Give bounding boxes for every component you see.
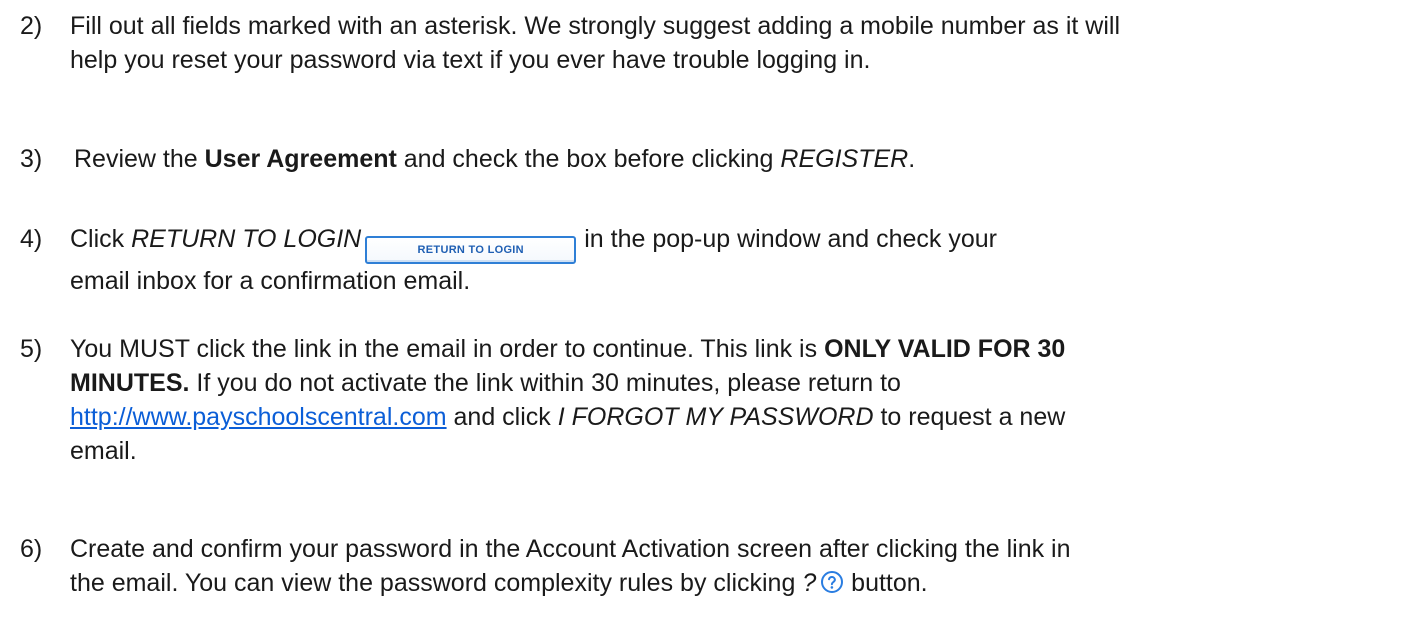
- step-line: email inbox for a confirmation email.: [70, 267, 471, 295]
- return-to-login-button[interactable]: RETURN TO LOGIN: [365, 236, 577, 264]
- forgot-password-text: I FORGOT MY PASSWORD: [557, 403, 874, 431]
- step-line: Create and confirm your password in the …: [70, 535, 1071, 563]
- step-line: Fill out all fields marked with an aster…: [70, 12, 1120, 40]
- step-number: 4): [20, 225, 43, 253]
- step-number: 3): [20, 145, 43, 173]
- step-number: 2): [20, 12, 43, 40]
- question-circle-icon[interactable]: [820, 569, 844, 593]
- step-number: 6): [20, 535, 43, 563]
- return-to-login-text: RETURN TO LOGIN: [131, 225, 362, 253]
- step-text: Create and confirm your password in the …: [70, 532, 1415, 600]
- step-text: Review the User Agreement and check the …: [74, 145, 916, 173]
- step-line: email.: [70, 437, 137, 465]
- register-text: REGISTER: [780, 145, 909, 173]
- step-number: 5): [20, 335, 43, 363]
- payschoolscentral-link[interactable]: http://www.payschoolscentral.com: [70, 403, 447, 431]
- minutes-text: MINUTES.: [70, 369, 190, 397]
- user-agreement-text: User Agreement: [204, 145, 397, 173]
- step-text: Click RETURN TO LOGIN RETURN TO LOGIN in t…: [70, 222, 1415, 298]
- step-text: Fill out all fields marked with an aster…: [70, 9, 1415, 77]
- only-valid-text: ONLY VALID FOR 30: [824, 335, 1066, 363]
- step-line: help you reset your password via text if…: [70, 46, 871, 74]
- step-text: You MUST click the link in the email in …: [70, 332, 1415, 468]
